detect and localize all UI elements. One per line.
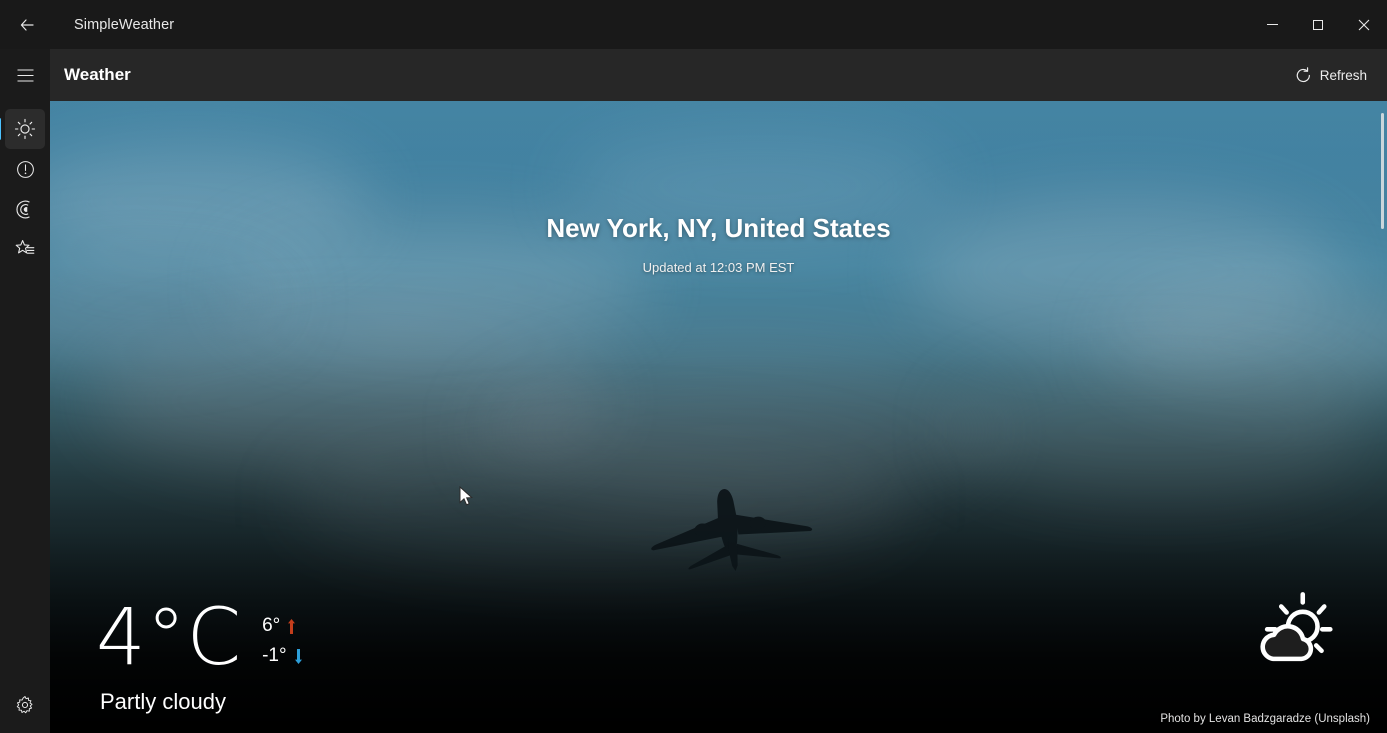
content-area: Weather Refresh New York, NY, United Sta…: [50, 49, 1387, 733]
low-temperature: -1°: [262, 645, 287, 666]
refresh-button[interactable]: Refresh: [1285, 59, 1377, 91]
sidebar-item-favorites[interactable]: [5, 229, 45, 269]
updated-time: Updated at 12:03 PM EST: [642, 260, 795, 275]
hamburger-menu-button[interactable]: [5, 55, 45, 95]
sidebar-item-alerts[interactable]: [5, 149, 45, 189]
refresh-icon: [1296, 66, 1310, 82]
low-temperature-row: -1°: [262, 643, 303, 669]
mouse-cursor: [459, 486, 474, 506]
location-title: New York, NY, United States: [546, 213, 891, 243]
airplane-silhouette: [651, 489, 813, 572]
maximize-icon: [1313, 19, 1323, 30]
radar-icon: [15, 200, 30, 218]
close-icon: [1358, 19, 1370, 30]
minimize-button[interactable]: [1249, 0, 1295, 49]
high-low-group: 6° -1°: [262, 613, 303, 669]
page-title: Weather: [64, 65, 131, 84]
sun-behind-cloud-icon: [1260, 592, 1333, 662]
app-window: SimpleWeather Weather Refresh New York, …: [0, 0, 1387, 733]
settings-button[interactable]: [5, 685, 45, 725]
close-button[interactable]: [1341, 0, 1387, 49]
alert-circle-icon: [16, 160, 34, 178]
window-controls: [1249, 0, 1387, 49]
arrow-up-icon: [288, 618, 296, 634]
sun-icon: [14, 118, 36, 140]
hamburger-icon: [17, 68, 33, 82]
condition-text: Partly cloudy: [100, 689, 226, 714]
refresh-label: Refresh: [1319, 67, 1367, 83]
weather-hero: New York, NY, United States Updated at 1…: [50, 101, 1387, 733]
maximize-button[interactable]: [1295, 0, 1341, 49]
back-button[interactable]: [4, 5, 50, 45]
current-conditions: 4°C 6° -1° Partly cloudy: [96, 597, 303, 715]
star-list-icon: [15, 240, 35, 254]
current-temperature: 4°C: [96, 593, 243, 683]
gear-icon: [16, 696, 33, 714]
high-temperature-row: 6°: [262, 613, 303, 639]
minimize-icon: [1266, 24, 1278, 25]
page-header: Weather Refresh: [50, 49, 1387, 101]
app-title: SimpleWeather: [74, 16, 175, 33]
back-arrow-icon: [20, 18, 34, 31]
sidebar-item-radar[interactable]: [5, 189, 45, 229]
photo-credit: Photo by Levan Badzgaradze (Unsplash): [1160, 713, 1370, 725]
navigation-rail: [0, 49, 50, 733]
arrow-down-icon: [294, 648, 302, 664]
title-bar: SimpleWeather: [0, 0, 1387, 49]
high-temperature: 6°: [262, 615, 281, 636]
vertical-scrollbar[interactable]: [1381, 113, 1384, 229]
sidebar-item-weather[interactable]: [0, 109, 45, 149]
